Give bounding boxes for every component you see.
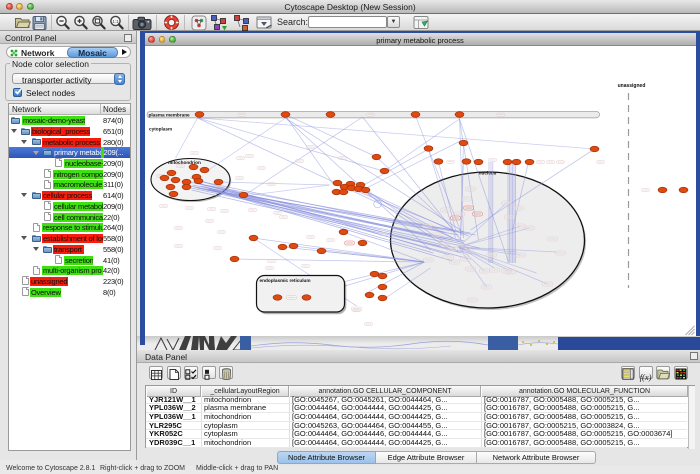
svg-text:nucleus: nucleus [478,171,496,176]
svg-text:cytoplasm: cytoplasm [149,127,172,132]
svg-text:endoplasmic reticulum: endoplasmic reticulum [259,278,310,283]
svg-text:plasma membrane: plasma membrane [148,113,190,118]
svg-text:1:1: 1:1 [112,18,119,23]
svg-text:unassigned: unassigned [617,83,645,89]
